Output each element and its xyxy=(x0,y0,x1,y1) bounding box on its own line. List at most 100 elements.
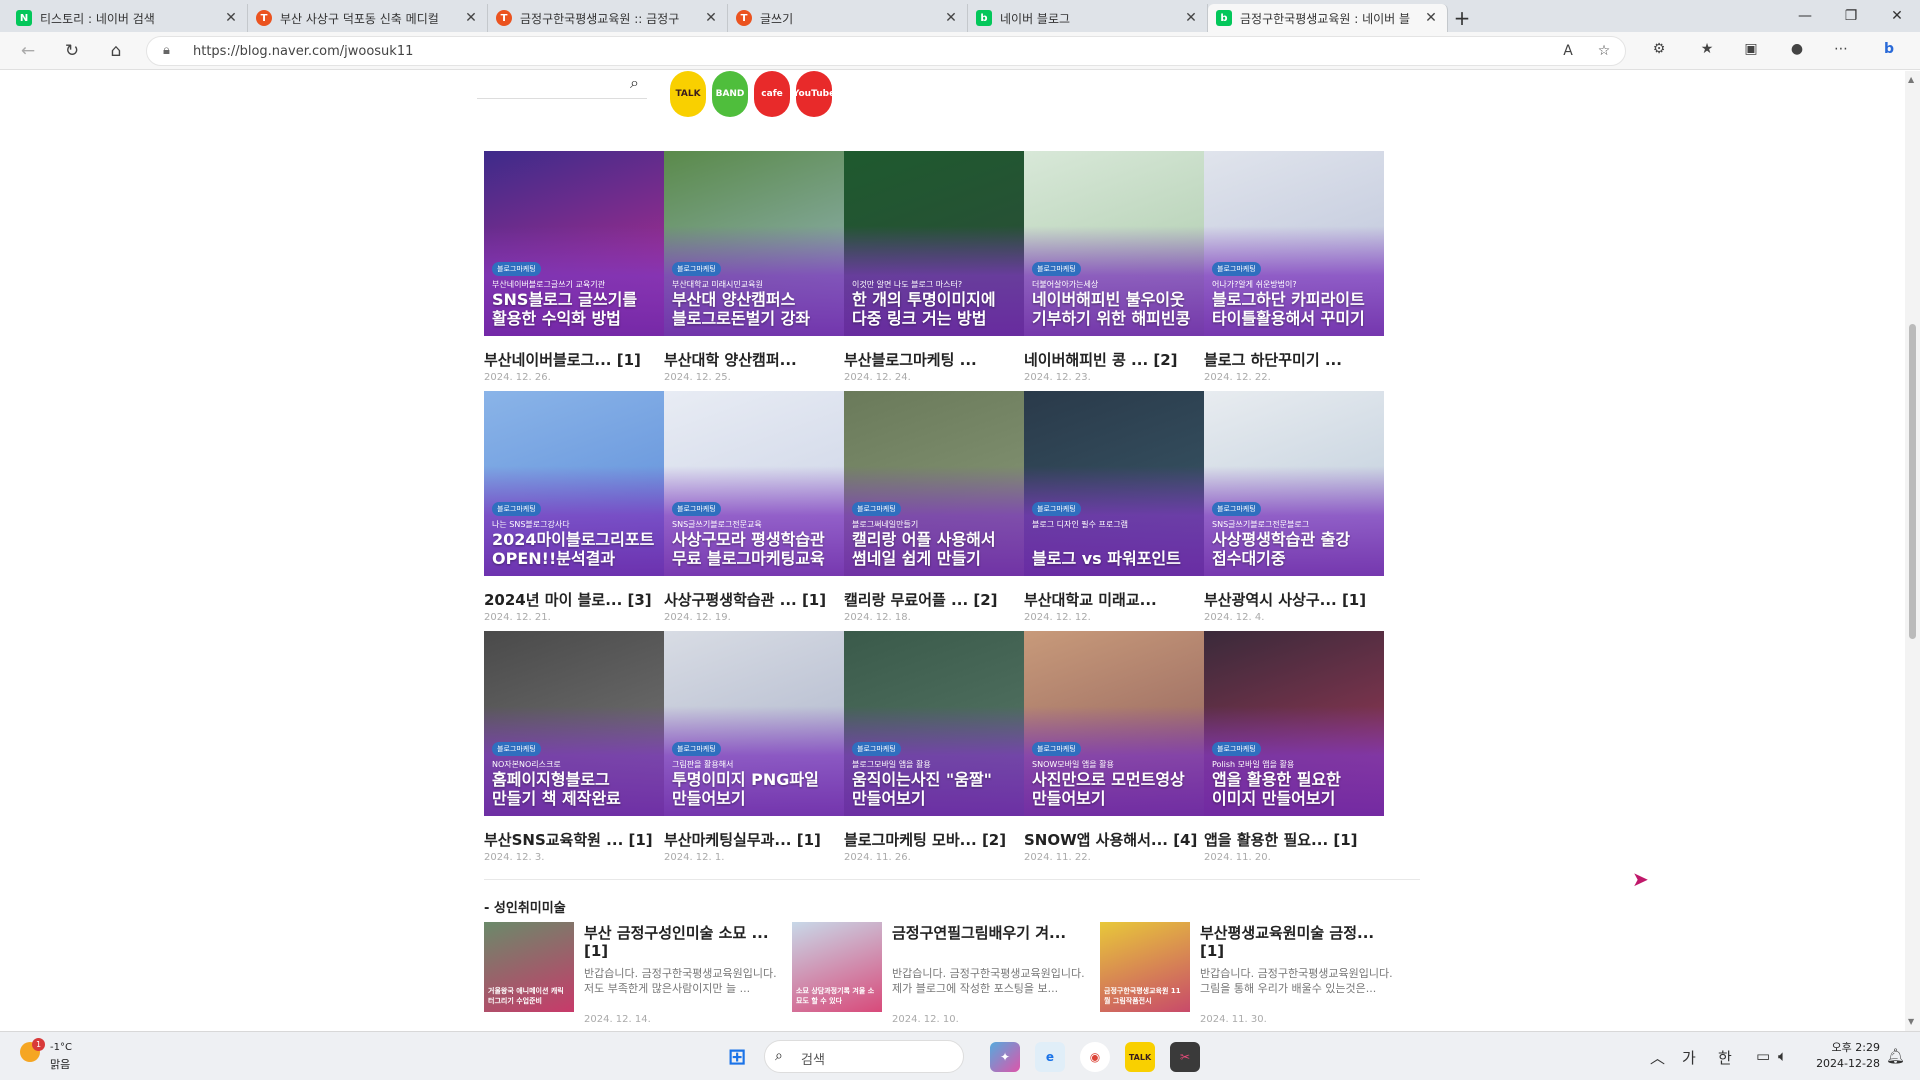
close-icon[interactable]: ✕ xyxy=(1423,10,1439,26)
more-icon[interactable]: ⋯ xyxy=(1830,41,1852,61)
post-thumbnail[interactable]: 블로그마케팅 어나가?알게 쉬운방법이? 블로그하단 카피라이트 타이틀활용해서 꾸… xyxy=(1204,151,1384,336)
refresh-button[interactable]: ↻ xyxy=(58,39,86,63)
close-icon[interactable]: ✕ xyxy=(943,10,959,26)
copilot-icon[interactable]: ✦ xyxy=(990,1042,1020,1072)
post-title[interactable]: 2024년 마이 블로... [3] xyxy=(484,589,664,608)
tab-5[interactable]: b 네이버 블로그 ✕ xyxy=(968,4,1208,32)
tab-1[interactable]: N 티스토리 : 네이버 검색 ✕ xyxy=(8,4,248,32)
post-card[interactable]: 블로그마케팅 부산대학교 미래시민교육원 부산대 양산캠퍼스 블로그로돈벌기 강좌 부… xyxy=(664,151,844,383)
post-title[interactable]: 부산대학교 미래교... xyxy=(1024,589,1204,608)
category-title[interactable]: - 성인취미미술 xyxy=(484,897,566,916)
snipping-tool-icon[interactable]: ✂ xyxy=(1170,1042,1200,1072)
post-card[interactable]: 블로그마케팅 NO자본NO리스크로 홈페이지형블로그 만들기 책 제작완료부산SNS… xyxy=(484,631,664,863)
post-title[interactable]: 금정구연필그림배우기 겨... xyxy=(892,924,1092,942)
favorite-add-icon[interactable]: ☆ xyxy=(1593,43,1615,63)
youtube-icon[interactable]: YouTube xyxy=(793,71,835,117)
post-title[interactable]: 부산블로그마케팅 ... xyxy=(844,349,1024,368)
post-card[interactable]: 블로그마케팅 SNS글쓰기블로그전문교육 사상구모라 평생학습관 무료 블로그마케팅… xyxy=(664,391,844,623)
scroll-up-arrow-icon[interactable]: ▲ xyxy=(1908,75,1914,84)
chevron-up-icon[interactable]: ︿ xyxy=(1650,1047,1665,1068)
post-title[interactable]: 부산대학 양산캠퍼... xyxy=(664,349,844,368)
scrollbar-thumb[interactable] xyxy=(1909,324,1916,639)
network-icon[interactable]: ▭ xyxy=(1756,1047,1770,1065)
read-aloud-icon[interactable]: A xyxy=(1557,43,1579,63)
kakaotalk-taskbar-icon[interactable]: TALK xyxy=(1125,1042,1155,1072)
tab-4[interactable]: T 글쓰기 ✕ xyxy=(728,4,968,32)
kakaotalk-icon[interactable]: TALK xyxy=(670,71,706,117)
post-thumbnail[interactable]: 소묘 상담과정기록 겨울 소묘도 할 수 있다 xyxy=(792,922,882,1012)
post-title[interactable]: 부산평생교육원미술 금정... [1] xyxy=(1200,924,1400,960)
home-button[interactable]: ⌂ xyxy=(102,39,130,63)
page-scrollbar[interactable]: ▲ ▼ xyxy=(1905,71,1920,1031)
url-bar[interactable]: 🔒︎ https://blog.naver.com/jwoosuk11 A ☆ xyxy=(146,36,1626,66)
post-card[interactable]: 블로그마케팅 블로그써네일만들기 캘리랑 어플 사용해서 썸네일 쉽게 만들기캘리랑… xyxy=(844,391,1024,623)
new-tab-button[interactable]: + xyxy=(1448,4,1476,32)
post-title[interactable]: 사상구평생학습관 ... [1] xyxy=(664,589,844,608)
speaker-icon[interactable]: 🔈︎ xyxy=(1778,1047,1787,1065)
post-card[interactable]: 블로그마케팅 나는 SNS블로그강사다 2024마이블로그리포트 OPEN!!분석결… xyxy=(484,391,664,623)
post-title[interactable]: SNOW앱 사용해서... [4] xyxy=(1024,829,1204,848)
edge-icon[interactable]: e xyxy=(1035,1042,1065,1072)
post-thumbnail[interactable]: 블로그마케팅 나는 SNS블로그강사다 2024마이블로그리포트 OPEN!!분석결… xyxy=(484,391,664,576)
windows-start-icon[interactable]: ⊞ xyxy=(722,1042,752,1072)
notification-bell-icon[interactable]: 🔔︎ xyxy=(1886,1047,1905,1065)
input-lang-han[interactable]: 한 xyxy=(1718,1047,1732,1068)
post-thumbnail[interactable]: 블로그마케팅 SNOW모바일 앱을 활용 사진만으로 모먼트영상 만들어보기 xyxy=(1024,631,1204,816)
post-thumbnail[interactable]: 이것만 알면 나도 블로그 마스터? 한 개의 투명이미지에 다중 링크 거는 방… xyxy=(844,151,1024,336)
close-icon[interactable]: ✕ xyxy=(1183,10,1199,26)
post-title[interactable]: 캘리랑 무료어플 ... [2] xyxy=(844,589,1024,608)
tab-2[interactable]: T 부산 사상구 덕포동 신축 메디컬 ✕ xyxy=(248,4,488,32)
post-card[interactable]: 블로그마케팅 SNS글쓰기블로그전문블로그 사상평생학습관 출강 접수대기중부산광역… xyxy=(1204,391,1384,623)
scroll-down-arrow-icon[interactable]: ▼ xyxy=(1908,1017,1914,1026)
close-icon[interactable]: ✕ xyxy=(463,10,479,26)
taskbar-search[interactable]: ⌕ 검색 xyxy=(764,1040,964,1073)
close-icon[interactable]: ✕ xyxy=(223,10,239,26)
post-card[interactable]: 블로그마케팅 블로그모바일 앱을 활용 움직이는사진 "움짤" 만들어보기블로그마케… xyxy=(844,631,1024,863)
weather-widget[interactable]: 1 -1°C 맑음 xyxy=(18,1038,88,1074)
post-title[interactable]: 앱을 활용한 필요... [1] xyxy=(1204,829,1384,848)
band-icon[interactable]: BAND xyxy=(712,71,748,117)
search-icon[interactable]: ⌕ xyxy=(630,73,639,93)
input-lang-ga[interactable]: 가 xyxy=(1682,1047,1696,1068)
post-card[interactable]: 블로그마케팅 Polish 모바일 앱을 활용 앱을 활용한 필요한 이미지 만들어… xyxy=(1204,631,1384,863)
post-thumbnail[interactable]: 블로그마케팅 블로그써네일만들기 캘리랑 어플 사용해서 썸네일 쉽게 만들기 xyxy=(844,391,1024,576)
post-title[interactable]: 부산광역시 사상구... [1] xyxy=(1204,589,1384,608)
collections-icon[interactable]: ▣ xyxy=(1740,41,1762,61)
post-thumbnail[interactable]: 블로그마케팅 SNS글쓰기블로그전문블로그 사상평생학습관 출강 접수대기중 xyxy=(1204,391,1384,576)
post-title[interactable]: 부산SNS교육학원 ... [1] xyxy=(484,829,664,848)
lock-icon[interactable]: 🔒︎ xyxy=(163,43,170,58)
post-thumbnail[interactable]: 블로그마케팅 부산네이버블로그글쓰기 교육기관 SNS블로그 글쓰기를 활용한 수익… xyxy=(484,151,664,336)
post-thumbnail[interactable]: 블로그마케팅 Polish 모바일 앱을 활용 앱을 활용한 필요한 이미지 만들어… xyxy=(1204,631,1384,816)
system-clock[interactable]: 오후 2:29 2024-12-28 xyxy=(1800,1040,1880,1072)
post-thumbnail[interactable]: 블로그마케팅 SNS글쓰기블로그전문교육 사상구모라 평생학습관 무료 블로그마케팅… xyxy=(664,391,844,576)
tab-6[interactable]: b 금정구한국평생교육원 : 네이버 블 ✕ xyxy=(1208,4,1448,32)
post-card[interactable]: 이것만 알면 나도 블로그 마스터? 한 개의 투명이미지에 다중 링크 거는 방… xyxy=(844,151,1024,383)
post-thumbnail[interactable]: 금정구한국평생교육원 11월 그림작품전시 xyxy=(1100,922,1190,1012)
post-card[interactable]: 블로그마케팅 어나가?알게 쉬운방법이? 블로그하단 카피라이트 타이틀활용해서 꾸… xyxy=(1204,151,1384,383)
bing-copilot-icon[interactable]: b xyxy=(1878,41,1900,61)
restore-button[interactable]: ❐ xyxy=(1828,4,1874,28)
post-title[interactable]: 블로그 하단꾸미기 ... xyxy=(1204,349,1384,368)
chrome-icon[interactable]: ◉ xyxy=(1080,1042,1110,1072)
post-title[interactable]: 블로그마케팅 모바... [2] xyxy=(844,829,1024,848)
post-thumbnail[interactable]: 블로그마케팅 그림판을 활용해서 투명이미지 PNG파일 만들어보기 xyxy=(664,631,844,816)
post-title[interactable]: 부산네이버블로그... [1] xyxy=(484,349,664,368)
close-window-button[interactable]: ✕ xyxy=(1874,4,1920,28)
post-title[interactable]: 부산 금정구성인미술 소묘 ... [1] xyxy=(584,924,784,960)
post-card[interactable]: 블로그마케팅 SNOW모바일 앱을 활용 사진만으로 모먼트영상 만들어보기 SNOW… xyxy=(1024,631,1204,863)
minimize-button[interactable]: — xyxy=(1782,4,1828,28)
cafe-icon[interactable]: cafe xyxy=(754,71,790,117)
blog-search-input[interactable]: ⌕ xyxy=(477,71,647,99)
post-thumbnail[interactable]: 블로그마케팅 더불어살아가는세상 네이버해피빈 불우이웃 기부하기 위한 해피빈콩 xyxy=(1024,151,1204,336)
profile-icon[interactable]: ● xyxy=(1786,41,1808,61)
post-title[interactable]: 네이버해피빈 콩 ... [2] xyxy=(1024,349,1204,368)
close-icon[interactable]: ✕ xyxy=(703,10,719,26)
post-card[interactable]: 블로그마케팅 그림판을 활용해서 투명이미지 PNG파일 만들어보기 부산마케팅실무과… xyxy=(664,631,844,863)
post-thumbnail[interactable]: 블로그마케팅 NO자본NO리스크로 홈페이지형블로그 만들기 책 제작완료 xyxy=(484,631,664,816)
post-card[interactable]: 블로그마케팅 더불어살아가는세상 네이버해피빈 불우이웃 기부하기 위한 해피빈콩네… xyxy=(1024,151,1204,383)
back-button[interactable]: ← xyxy=(14,39,42,63)
post-thumbnail[interactable]: 블로그마케팅 블로그 디자인 필수 프로그램 블로그 vs 파워포인트 xyxy=(1024,391,1204,576)
post-card[interactable]: 블로그마케팅 부산네이버블로그글쓰기 교육기관 SNS블로그 글쓰기를 활용한 수익… xyxy=(484,151,664,383)
post-thumbnail[interactable]: 블로그마케팅 블로그모바일 앱을 활용 움직이는사진 "움짤" 만들어보기 xyxy=(844,631,1024,816)
extensions-icon[interactable]: ⚙ xyxy=(1648,41,1670,61)
